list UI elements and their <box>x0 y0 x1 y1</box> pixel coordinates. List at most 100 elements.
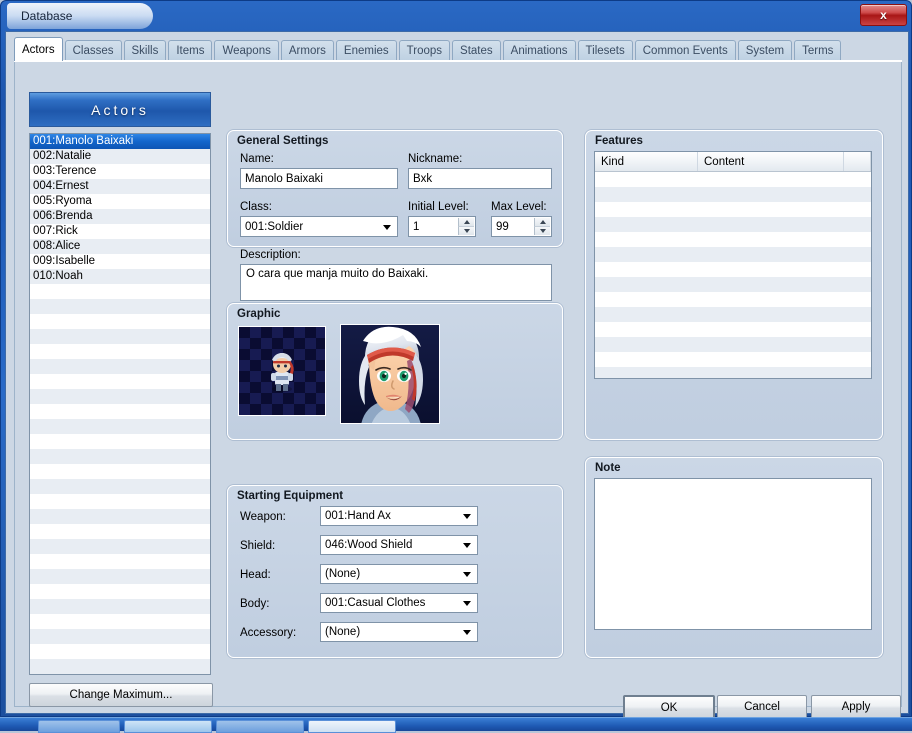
max-level-stepper[interactable]: 99 <box>491 216 552 237</box>
initial-level-decrement[interactable] <box>458 227 474 235</box>
tab-terms[interactable]: Terms <box>794 40 842 61</box>
features-table-row[interactable] <box>595 352 871 367</box>
actor-list-empty-row[interactable] <box>30 644 210 659</box>
features-table-row[interactable] <box>595 277 871 292</box>
tab-animations[interactable]: Animations <box>502 40 576 61</box>
description-input[interactable]: O cara que manja muito do Baixaki. <box>240 264 552 301</box>
actor-list-item[interactable]: 005:Ryoma <box>30 194 210 209</box>
taskbar-item[interactable] <box>124 720 212 733</box>
actor-list-item[interactable]: 010:Noah <box>30 269 210 284</box>
actor-list-empty-row[interactable] <box>30 404 210 419</box>
actor-list-item[interactable]: 003:Terence <box>30 164 210 179</box>
actor-list-empty-row[interactable] <box>30 479 210 494</box>
actor-list-item[interactable]: 001:Manolo Baixaki <box>30 134 210 149</box>
tab-items[interactable]: Items <box>168 40 213 61</box>
face-portrait-thumbnail[interactable] <box>340 324 440 424</box>
actor-list-empty-row[interactable] <box>30 344 210 359</box>
features-table-row[interactable] <box>595 187 871 202</box>
actor-list-empty-row[interactable] <box>30 329 210 344</box>
class-dropdown[interactable]: 001:Soldier <box>240 216 398 237</box>
actor-list-empty-row[interactable] <box>30 584 210 599</box>
actor-list-empty-row[interactable] <box>30 554 210 569</box>
close-icon[interactable]: x <box>860 4 907 26</box>
tab-skills[interactable]: Skills <box>123 40 167 61</box>
features-table-row[interactable] <box>595 202 871 217</box>
equipment-dropdown-4[interactable]: (None) <box>320 622 478 642</box>
actor-list-empty-row[interactable] <box>30 314 210 329</box>
features-table-row[interactable] <box>595 232 871 247</box>
cancel-button[interactable]: Cancel <box>717 695 807 719</box>
features-table-row[interactable] <box>595 247 871 262</box>
initial-level-spin-buttons[interactable] <box>458 218 474 235</box>
apply-button[interactable]: Apply <box>811 695 901 719</box>
features-table-row[interactable] <box>595 337 871 352</box>
actors-listbox[interactable]: 001:Manolo Baixaki 002:Natalie 003:Terence… <box>29 133 211 675</box>
actor-list-item[interactable]: 006:Brenda <box>30 209 210 224</box>
tab-weapons[interactable]: Weapons <box>214 40 279 61</box>
features-table-row[interactable] <box>595 322 871 337</box>
tab-enemies[interactable]: Enemies <box>335 40 397 61</box>
tab-system[interactable]: System <box>737 40 793 61</box>
equipment-label-0: Weapon: <box>240 511 286 523</box>
actor-list-empty-row[interactable] <box>30 299 210 314</box>
actor-list-item[interactable]: 004:Ernest <box>30 179 210 194</box>
initial-level-increment[interactable] <box>458 218 474 227</box>
features-table-row[interactable] <box>595 217 871 232</box>
features-table[interactable]: Kind Content <box>594 151 872 379</box>
features-column-content[interactable]: Content <box>698 152 844 171</box>
nickname-input[interactable]: Bxk <box>408 168 552 189</box>
actor-list-empty-row[interactable] <box>30 359 210 374</box>
initial-level-stepper[interactable]: 1 <box>408 216 476 237</box>
tab-common-events[interactable]: Common Events <box>634 40 736 61</box>
actor-list-empty-row[interactable] <box>30 614 210 629</box>
equipment-dropdown-1[interactable]: 046:Wood Shield <box>320 535 478 555</box>
actor-list-empty-row[interactable] <box>30 569 210 584</box>
tab-states[interactable]: States <box>452 40 501 61</box>
character-sprite-thumbnail[interactable] <box>238 326 326 416</box>
max-level-increment[interactable] <box>534 218 550 227</box>
taskbar-item[interactable] <box>38 720 120 733</box>
features-table-row[interactable] <box>595 292 871 307</box>
actor-list-empty-row[interactable] <box>30 659 210 674</box>
equipment-dropdown-2[interactable]: (None) <box>320 564 478 584</box>
name-input[interactable]: Manolo Baixaki <box>240 168 398 189</box>
equipment-dropdown-0[interactable]: 001:Hand Ax <box>320 506 478 526</box>
tab-actors[interactable]: Actors <box>14 37 63 61</box>
features-column-kind[interactable]: Kind <box>595 152 698 171</box>
tab-classes[interactable]: Classes <box>64 40 122 61</box>
actor-list-item[interactable]: 009:Isabelle <box>30 254 210 269</box>
features-table-row[interactable] <box>595 172 871 187</box>
tab-troops[interactable]: Troops <box>398 40 451 61</box>
features-table-row[interactable] <box>595 262 871 277</box>
actor-list-item[interactable]: 002:Natalie <box>30 149 210 164</box>
actor-list-empty-row[interactable] <box>30 419 210 434</box>
features-table-row[interactable] <box>595 367 871 378</box>
change-maximum-button[interactable]: Change Maximum... <box>29 683 213 707</box>
actor-list-item[interactable]: 007:Rick <box>30 224 210 239</box>
face-portrait-image <box>341 325 439 423</box>
actor-list-empty-row[interactable] <box>30 374 210 389</box>
actor-list-empty-row[interactable] <box>30 449 210 464</box>
max-level-decrement[interactable] <box>534 227 550 235</box>
actor-list-empty-row[interactable] <box>30 599 210 614</box>
actor-list-empty-row[interactable] <box>30 434 210 449</box>
actor-list-empty-row[interactable] <box>30 464 210 479</box>
tab-armors[interactable]: Armors <box>280 40 334 61</box>
actor-list-empty-row[interactable] <box>30 539 210 554</box>
actor-list-empty-row[interactable] <box>30 494 210 509</box>
actor-list-item[interactable]: 008:Alice <box>30 239 210 254</box>
class-label: Class: <box>240 201 272 213</box>
actor-list-empty-row[interactable] <box>30 389 210 404</box>
actor-list-empty-row[interactable] <box>30 509 210 524</box>
taskbar-item[interactable] <box>216 720 304 733</box>
taskbar <box>0 717 912 733</box>
tab-tilesets[interactable]: Tilesets <box>577 40 633 61</box>
actor-list-empty-row[interactable] <box>30 284 210 299</box>
note-input[interactable] <box>594 478 872 630</box>
actor-list-empty-row[interactable] <box>30 629 210 644</box>
features-table-row[interactable] <box>595 307 871 322</box>
taskbar-item[interactable] <box>308 720 396 733</box>
max-level-spin-buttons[interactable] <box>534 218 550 235</box>
actor-list-empty-row[interactable] <box>30 524 210 539</box>
equipment-dropdown-3[interactable]: 001:Casual Clothes <box>320 593 478 613</box>
